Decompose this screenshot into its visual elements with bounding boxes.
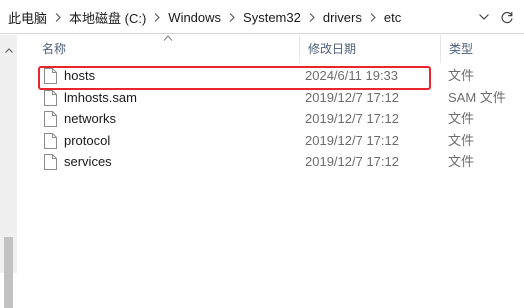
chevron-right-icon[interactable]	[362, 0, 384, 34]
file-rows: hosts 2024/6/11 19:33 文件 lmhosts.sam 201…	[17, 65, 524, 173]
file-row-protocol[interactable]: protocol 2019/12/7 17:12 文件	[17, 130, 524, 152]
file-name: lmhosts.sam	[64, 89, 137, 105]
breadcrumb-item-drivers[interactable]: drivers	[323, 10, 362, 25]
chevron-right-icon[interactable]	[47, 0, 69, 34]
file-list: 名称 修改日期 类型 hosts 2024/6/11 19:33 文件 lmho…	[17, 35, 524, 273]
file-date-modified: 2019/12/7 17:12	[305, 89, 399, 105]
breadcrumb-item-this-pc[interactable]: 此电脑	[8, 8, 47, 27]
file-icon	[44, 111, 57, 127]
column-header-name[interactable]: 名称	[34, 35, 299, 63]
breadcrumb-item-local-disk[interactable]: 本地磁盘 (C:)	[69, 8, 146, 27]
file-date-modified: 2019/12/7 17:12	[305, 154, 399, 169]
file-name: services	[64, 154, 112, 169]
chevron-right-icon[interactable]	[301, 0, 323, 34]
file-date-modified: 2019/12/7 17:12	[305, 132, 399, 148]
breadcrumb-item-system32[interactable]: System32	[243, 10, 301, 25]
file-type: 文件	[448, 132, 475, 148]
file-name: protocol	[64, 132, 111, 148]
file-type: SAM 文件	[448, 89, 506, 105]
chevron-right-icon[interactable]	[146, 0, 168, 34]
file-type: 文件	[448, 68, 475, 83]
breadcrumb: 此电脑 本地磁盘 (C:) Windows System32 drivers e…	[8, 0, 401, 34]
file-icon	[44, 68, 57, 84]
file-icon	[44, 132, 57, 149]
file-name: networks	[64, 111, 117, 126]
file-name: hosts	[64, 68, 96, 83]
column-header-type[interactable]: 类型	[440, 35, 524, 63]
breadcrumb-item-etc[interactable]: etc	[384, 10, 401, 25]
file-row-lmhosts[interactable]: lmhosts.sam 2019/12/7 17:12 SAM 文件	[17, 87, 524, 109]
file-date-modified: 2019/12/7 17:12	[305, 111, 399, 126]
chevron-right-icon[interactable]	[221, 0, 243, 34]
address-bar[interactable]: 此电脑 本地磁盘 (C:) Windows System32 drivers e…	[0, 0, 524, 34]
file-icon	[44, 89, 57, 106]
breadcrumb-item-windows[interactable]: Windows	[168, 10, 221, 25]
column-header-row: 名称 修改日期 类型	[17, 35, 524, 63]
scroll-up-arrow-icon[interactable]	[5, 41, 13, 56]
file-date-modified: 2024/6/11 19:33	[305, 68, 399, 83]
file-type: 文件	[448, 154, 475, 169]
file-icon	[44, 154, 57, 170]
file-row-services[interactable]: services 2019/12/7 17:12 文件	[17, 151, 524, 173]
navigation-scrollbar[interactable]	[0, 35, 17, 308]
chevron-down-icon[interactable]	[478, 11, 490, 23]
column-header-date-modified[interactable]: 修改日期	[299, 35, 440, 63]
file-row-hosts[interactable]: hosts 2024/6/11 19:33 文件	[17, 65, 524, 87]
refresh-icon[interactable]	[499, 10, 514, 25]
file-type: 文件	[448, 111, 475, 126]
file-row-networks[interactable]: networks 2019/12/7 17:12 文件	[17, 108, 524, 130]
